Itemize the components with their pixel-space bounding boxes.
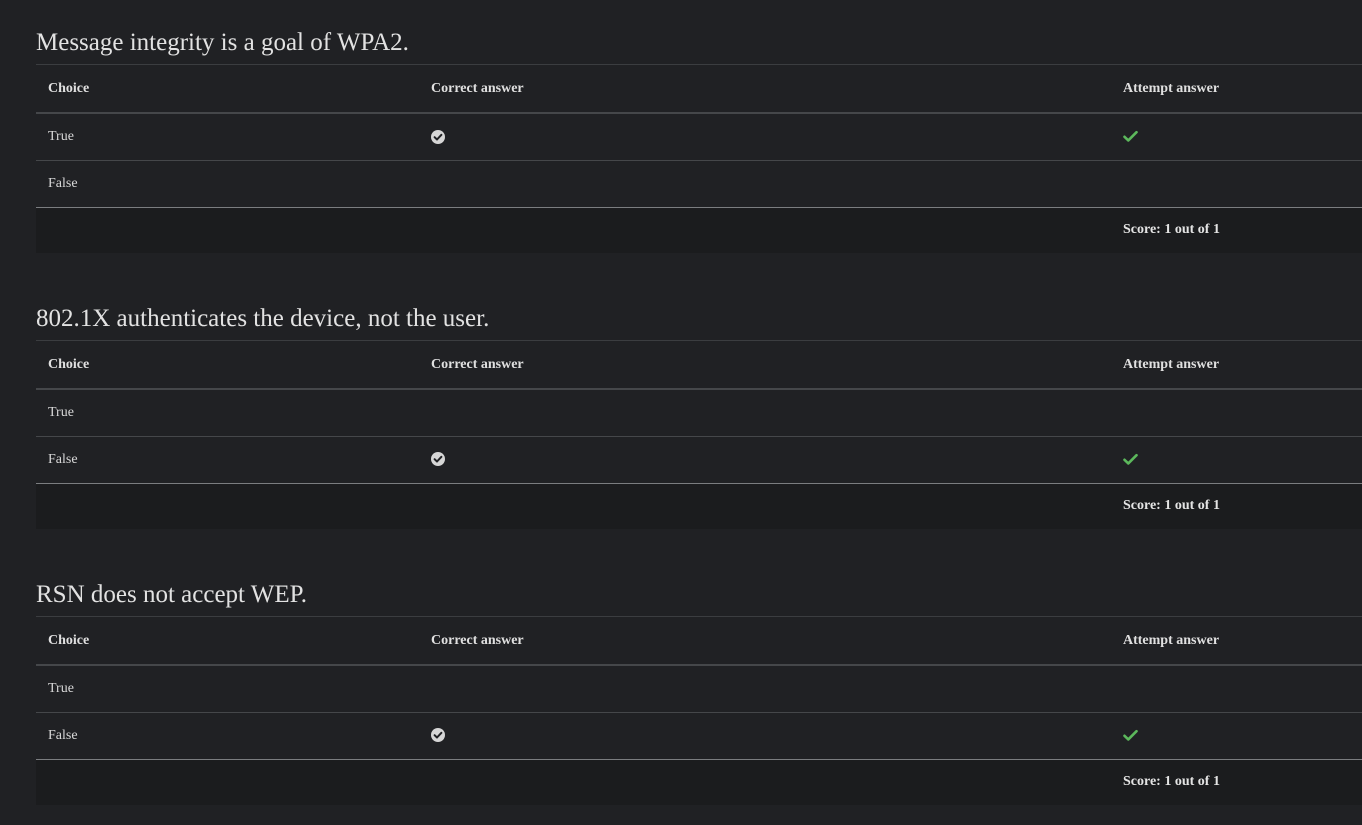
- question-block: Message integrity is a goal of WPA2. Cho…: [36, 21, 1362, 253]
- answer-table: Choice Correct answer Attempt answer Tru…: [36, 65, 1362, 253]
- attempt-answer-cell: [1111, 389, 1362, 437]
- table-row: False: [36, 436, 1362, 484]
- question-block: RSN does not accept WEP. Choice Correct …: [36, 573, 1362, 805]
- answer-table: Choice Correct answer Attempt answer Tru…: [36, 617, 1362, 805]
- choice-cell: True: [36, 389, 419, 437]
- correct-answer-cell: [419, 665, 1111, 713]
- attempt-answer-column-header: Attempt answer: [1111, 65, 1362, 114]
- question-title: RSN does not accept WEP.: [36, 573, 1362, 617]
- choice-column-header: Choice: [36, 341, 419, 390]
- correct-answer-cell: [419, 712, 1111, 760]
- choice-cell: False: [36, 712, 419, 760]
- circle-check-icon: [431, 129, 445, 144]
- choice-cell: False: [36, 160, 419, 208]
- score-row: Score: 1 out of 1: [36, 207, 1362, 253]
- choice-cell: True: [36, 113, 419, 161]
- check-icon: [1123, 453, 1138, 466]
- question-block: 802.1X authenticates the device, not the…: [36, 297, 1362, 529]
- correct-answer-cell: [419, 389, 1111, 437]
- table-row: True: [36, 113, 1362, 161]
- correct-answer-cell: [419, 160, 1111, 208]
- choice-column-header: Choice: [36, 65, 419, 114]
- check-icon: [1123, 729, 1138, 742]
- attempt-answer-cell: [1111, 712, 1362, 760]
- attempt-answer-cell: [1111, 436, 1362, 484]
- table-header-row: Choice Correct answer Attempt answer: [36, 617, 1362, 666]
- answer-table: Choice Correct answer Attempt answer Tru…: [36, 341, 1362, 529]
- attempt-answer-cell: [1111, 665, 1362, 713]
- correct-answer-cell: [419, 436, 1111, 484]
- score-row: Score: 1 out of 1: [36, 759, 1362, 805]
- quiz-results-page: Message integrity is a goal of WPA2. Cho…: [0, 0, 1362, 825]
- score-text: Score: 1 out of 1: [1111, 483, 1362, 529]
- correct-answer-column-header: Correct answer: [419, 617, 1111, 666]
- table-row: False: [36, 712, 1362, 760]
- score-row: Score: 1 out of 1: [36, 483, 1362, 529]
- attempt-answer-column-header: Attempt answer: [1111, 617, 1362, 666]
- table-row: False: [36, 160, 1362, 208]
- table-row: True: [36, 665, 1362, 713]
- table-row: True: [36, 389, 1362, 437]
- check-icon: [1123, 130, 1138, 143]
- question-title: Message integrity is a goal of WPA2.: [36, 21, 1362, 65]
- choice-column-header: Choice: [36, 617, 419, 666]
- table-header-row: Choice Correct answer Attempt answer: [36, 341, 1362, 390]
- score-text: Score: 1 out of 1: [1111, 759, 1362, 805]
- choice-cell: False: [36, 436, 419, 484]
- correct-answer-column-header: Correct answer: [419, 65, 1111, 114]
- circle-check-icon: [431, 452, 445, 467]
- table-header-row: Choice Correct answer Attempt answer: [36, 65, 1362, 114]
- correct-answer-column-header: Correct answer: [419, 341, 1111, 390]
- circle-check-icon: [431, 728, 445, 743]
- correct-answer-cell: [419, 113, 1111, 161]
- question-title: 802.1X authenticates the device, not the…: [36, 297, 1362, 341]
- score-text: Score: 1 out of 1: [1111, 207, 1362, 253]
- attempt-answer-cell: [1111, 113, 1362, 161]
- attempt-answer-cell: [1111, 160, 1362, 208]
- choice-cell: True: [36, 665, 419, 713]
- attempt-answer-column-header: Attempt answer: [1111, 341, 1362, 390]
